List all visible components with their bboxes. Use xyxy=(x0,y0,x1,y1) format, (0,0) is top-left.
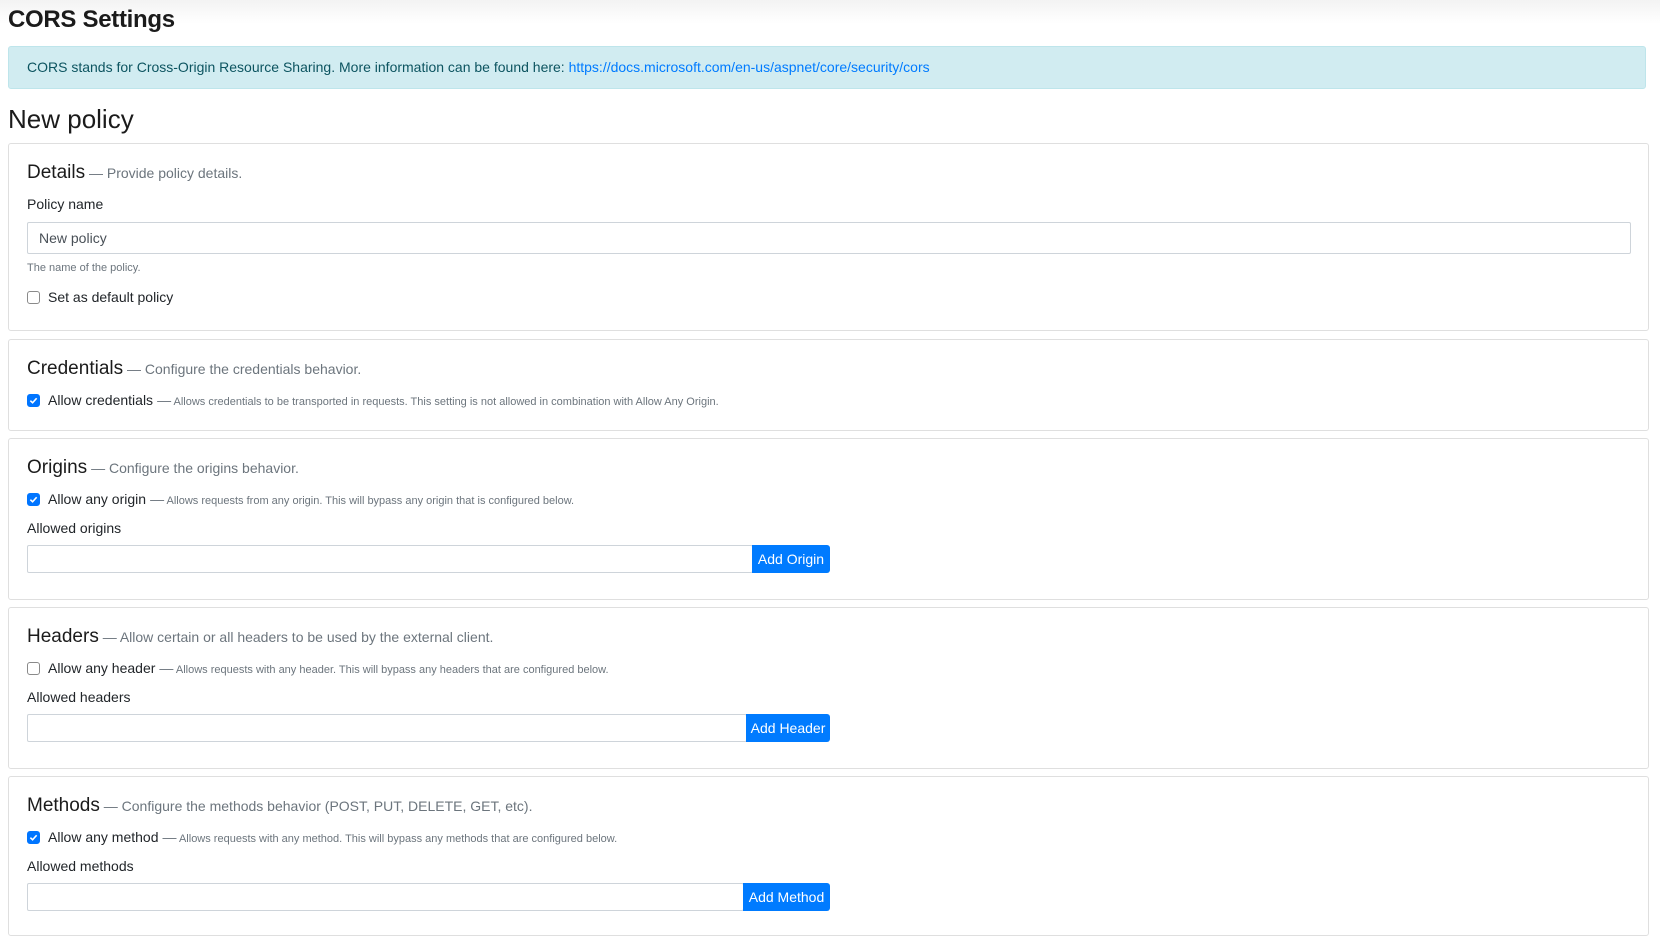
allow-any-method-checkbox[interactable]: Allow any method — Allows requests with … xyxy=(27,829,617,845)
checkbox-icon[interactable] xyxy=(27,393,40,407)
allow-any-header-help: — Allows requests with any header. This … xyxy=(159,660,608,676)
help-text: Allows credentials to be transported in … xyxy=(173,396,719,408)
methods-title-text: Methods xyxy=(27,795,100,816)
details-title-text: Details xyxy=(27,162,86,183)
help-dash: — xyxy=(150,491,165,507)
help-dash: — xyxy=(159,660,174,676)
help-text: Allows requests from any origin. This wi… xyxy=(166,495,575,507)
policy-name-input[interactable]: New policy xyxy=(27,222,1631,254)
add-method-button[interactable]: Add Method xyxy=(743,883,830,911)
credentials-desc: — Configure the credentials behavior. xyxy=(127,361,362,377)
allowed-headers-label: Allowed headers xyxy=(27,689,131,705)
origin-input[interactable] xyxy=(27,545,753,573)
headers-desc: — Allow certain or all headers to be use… xyxy=(102,629,494,645)
allow-credentials-checkbox[interactable]: Allow credentials — Allows credentials t… xyxy=(27,392,719,408)
credentials-title: Credentials — Configure the credentials … xyxy=(27,358,361,380)
allow-any-header-label: Allow any header xyxy=(48,660,156,676)
origins-title: Origins — Configure the origins behavior… xyxy=(27,457,299,479)
details-card: Details — Provide policy details. Policy… xyxy=(8,143,1649,331)
default-policy-checkbox[interactable]: Set as default policy xyxy=(27,289,173,305)
headers-title: Headers — Allow certain or all headers t… xyxy=(27,626,493,648)
info-alert: CORS stands for Cross-Origin Resource Sh… xyxy=(8,46,1646,89)
origins-desc: — Configure the origins behavior. xyxy=(91,460,299,476)
allow-credentials-label: Allow credentials xyxy=(48,392,154,408)
allowed-methods-label: Allowed methods xyxy=(27,858,134,874)
credentials-title-text: Credentials xyxy=(27,358,124,379)
headers-card: Headers — Allow certain or all headers t… xyxy=(8,607,1649,769)
policy-heading: New policy xyxy=(8,104,134,134)
allow-any-method-help: — Allows requests with any method. This … xyxy=(163,829,618,845)
help-dash: — xyxy=(157,392,172,408)
headers-title-text: Headers xyxy=(27,626,99,647)
policy-name-hint: The name of the policy. xyxy=(27,262,141,274)
checkbox-icon[interactable] xyxy=(27,661,40,675)
origins-card: Origins — Configure the origins behavior… xyxy=(8,438,1649,600)
info-text: CORS stands for Cross-Origin Resource Sh… xyxy=(27,59,569,75)
top-bar xyxy=(0,0,1660,24)
allow-any-origin-help: — Allows requests from any origin. This … xyxy=(150,491,574,507)
policy-name-label: Policy name xyxy=(27,196,104,212)
details-title: Details — Provide policy details. xyxy=(27,162,242,184)
add-origin-button[interactable]: Add Origin xyxy=(752,545,830,573)
header-input[interactable] xyxy=(27,714,747,742)
checkbox-icon[interactable] xyxy=(27,492,40,506)
help-text: Allows requests with any method. This wi… xyxy=(178,833,618,845)
credentials-card: Credentials — Configure the credentials … xyxy=(8,339,1649,431)
methods-desc: — Configure the methods behavior (POST, … xyxy=(103,798,533,814)
help-text: Allows requests with any header. This wi… xyxy=(175,664,609,676)
allow-any-header-checkbox[interactable]: Allow any header — Allows requests with … xyxy=(27,660,609,676)
allow-any-origin-label: Allow any origin xyxy=(48,491,147,507)
checkbox-icon[interactable] xyxy=(27,290,40,304)
docs-link[interactable]: https://docs.microsoft.com/en-us/aspnet/… xyxy=(569,59,930,75)
allow-any-method-label: Allow any method xyxy=(48,829,159,845)
add-header-button[interactable]: Add Header xyxy=(746,714,830,742)
methods-title: Methods — Configure the methods behavior… xyxy=(27,795,533,817)
help-dash: — xyxy=(162,829,177,845)
allowed-origins-label: Allowed origins xyxy=(27,520,122,536)
method-input[interactable] xyxy=(27,883,744,911)
allow-any-origin-checkbox[interactable]: Allow any origin — Allows requests from … xyxy=(27,491,574,507)
origins-title-text: Origins xyxy=(27,457,88,478)
default-policy-label: Set as default policy xyxy=(48,289,174,305)
methods-card: Methods — Configure the methods behavior… xyxy=(8,776,1649,936)
checkbox-icon[interactable] xyxy=(27,830,40,844)
details-desc: — Provide policy details. xyxy=(88,165,243,181)
page-title: CORS Settings xyxy=(8,6,175,33)
allow-credentials-help: — Allows credentials to be transported i… xyxy=(157,392,719,408)
